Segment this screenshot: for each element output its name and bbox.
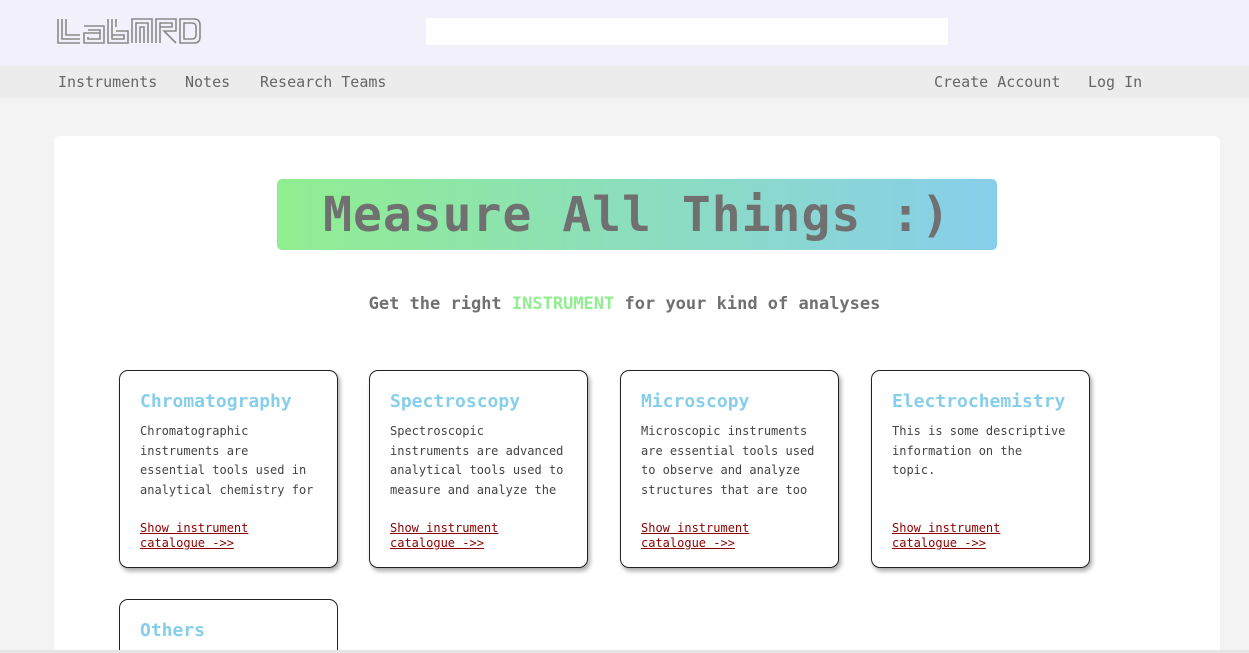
category-title[interactable]: Others — [140, 620, 317, 641]
nav-log-in[interactable]: Log In — [1088, 73, 1142, 91]
show-catalogue-link[interactable]: Show instrument catalogue ->> — [390, 521, 570, 551]
subtitle-suffix: for your kind of analyses — [614, 294, 881, 314]
nav-notes[interactable]: Notes — [185, 73, 230, 91]
search-input[interactable] — [426, 18, 948, 45]
category-description: This is some descriptive information on … — [892, 424, 1066, 477]
nav-research-teams[interactable]: Research Teams — [260, 73, 386, 91]
category-card-microscopy: Microscopy Microscopic instruments are e… — [620, 370, 839, 568]
subtitle-highlight: INSTRUMENT — [511, 294, 615, 314]
subtitle-prefix: Get the right — [368, 294, 512, 314]
category-description: Microscopic instruments are essential to… — [641, 424, 815, 497]
category-description: Spectroscopic instruments are advanced a… — [390, 424, 564, 497]
nav-instruments[interactable]: Instruments — [58, 73, 157, 91]
labnrd-logo[interactable] — [56, 17, 202, 49]
category-title[interactable]: Electrochemistry — [892, 391, 1069, 412]
show-catalogue-link[interactable]: Show instrument catalogue ->> — [641, 521, 821, 551]
category-title[interactable]: Microscopy — [641, 391, 818, 412]
category-card-spectroscopy: Spectroscopy Spectroscopic instruments a… — [369, 370, 588, 568]
hero-subtitle: Get the right INSTRUMENT for your kind o… — [0, 294, 1249, 314]
show-catalogue-link[interactable]: Show instrument catalogue ->> — [892, 521, 1072, 551]
main-nav: Instruments Notes Research Teams Create … — [0, 66, 1249, 98]
nav-create-account[interactable]: Create Account — [934, 73, 1060, 91]
category-description: Chromatographic instruments are essentia… — [140, 424, 314, 497]
show-catalogue-link[interactable]: Show instrument catalogue ->> — [140, 521, 320, 551]
hero-title: Measure All Things :) — [323, 186, 951, 243]
top-header — [0, 0, 1249, 66]
category-card-chromatography: Chromatography Chromatographic instrumen… — [119, 370, 338, 568]
category-title[interactable]: Spectroscopy — [390, 391, 567, 412]
category-card-others: Others — [119, 599, 338, 653]
logo-wordmark — [57, 18, 201, 44]
hero-banner: Measure All Things :) — [277, 179, 997, 250]
category-title[interactable]: Chromatography — [140, 391, 317, 412]
category-card-electrochemistry: Electrochemistry This is some descriptiv… — [871, 370, 1090, 568]
